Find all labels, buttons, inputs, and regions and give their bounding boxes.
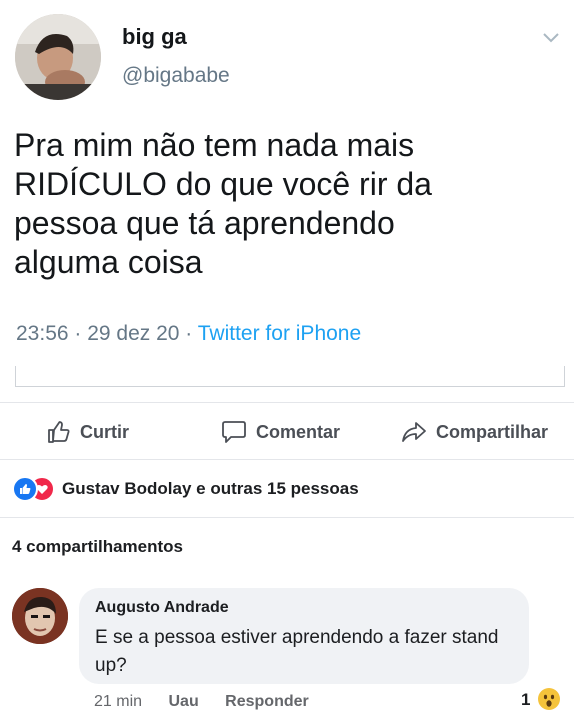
- like-button[interactable]: Curtir: [47, 417, 129, 447]
- share-button[interactable]: Compartilhar: [401, 417, 548, 447]
- tweet-timestamp: 23:56 · 29 dez 20 ·: [16, 322, 198, 345]
- reactions-text: Gustav Bodolay e outras 15 pessoas: [62, 479, 359, 498]
- shares-count[interactable]: 4 compartilhamentos: [12, 537, 183, 557]
- tweet-author-name[interactable]: big ga: [122, 24, 187, 50]
- commenter-avatar[interactable]: [12, 588, 68, 644]
- comment-author[interactable]: Augusto Andrade: [95, 599, 229, 617]
- tweet-text-line: alguma coisa: [14, 244, 203, 280]
- share-arrow-icon: [401, 420, 427, 444]
- comment-actions: 21 min Uau Responder: [94, 693, 331, 711]
- comment-bubble: Augusto Andrade E se a pessoa estiver ap…: [79, 588, 529, 684]
- comment-reaction-count: 1: [521, 690, 531, 709]
- comment-reaction-link[interactable]: Uau: [168, 693, 198, 710]
- divider: [0, 402, 574, 403]
- like-label: Curtir: [80, 421, 129, 442]
- comment-button[interactable]: Comentar: [221, 417, 340, 447]
- divider: [0, 517, 574, 518]
- tweet-text-line: pessoa que tá aprendendo: [14, 205, 395, 241]
- comment-label: Comentar: [256, 421, 341, 442]
- tweet-text-line: Pra mim não tem nada mais: [14, 127, 415, 163]
- tweet-text-line: RIDÍCULO do que você rir da: [14, 166, 432, 202]
- share-label: Compartilhar: [436, 421, 549, 442]
- like-reaction-icon: [12, 476, 38, 502]
- reaction-icons: [12, 476, 55, 502]
- comment-icon: [221, 420, 247, 444]
- tweet-avatar[interactable]: [15, 14, 101, 100]
- divider: [0, 459, 574, 460]
- reactions-summary[interactable]: Gustav Bodolay e outras 15 pessoas: [12, 476, 359, 502]
- tweet-meta: 23:56 · 29 dez 20 · Twitter for iPhone: [16, 322, 361, 346]
- tweet-text: Pra mim não tem nada mais RIDÍCULO do qu…: [14, 126, 554, 282]
- thumbs-up-icon: [47, 420, 71, 444]
- tweet-source-link[interactable]: Twitter for iPhone: [198, 322, 361, 345]
- embedded-tweet: big ga @bigababe Pra mim não tem nada ma…: [0, 0, 574, 360]
- chevron-down-icon[interactable]: [541, 27, 561, 47]
- tweet-author-handle[interactable]: @bigababe: [122, 64, 230, 88]
- comment-text: E se a pessoa estiver aprendendo a fazer…: [95, 627, 499, 676]
- embed-frame: [15, 366, 565, 387]
- comment-timestamp: 21 min: [94, 693, 143, 710]
- reply-link[interactable]: Responder: [225, 693, 309, 710]
- wow-reaction-icon: [538, 688, 560, 710]
